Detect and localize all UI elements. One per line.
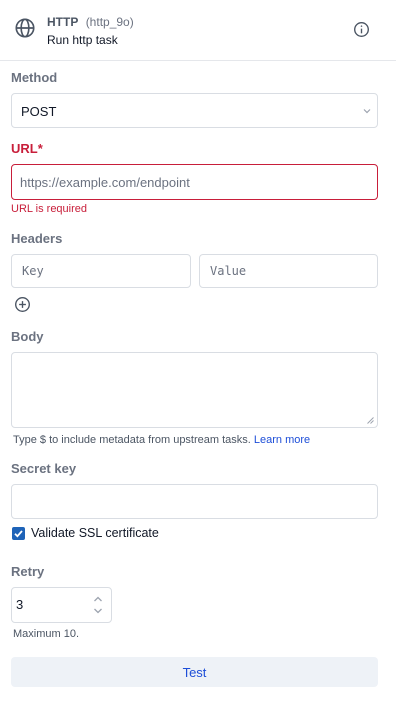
retry-label: Retry	[11, 564, 45, 579]
header-value-input[interactable]	[200, 255, 377, 287]
url-label: URL*	[11, 141, 43, 156]
checkmark-icon	[14, 530, 23, 538]
node-subtitle: Run http task	[47, 33, 118, 47]
url-field[interactable]	[11, 164, 378, 200]
headers-label: Headers	[11, 231, 63, 246]
retry-value[interactable]: 3	[16, 597, 23, 612]
secret-key-input[interactable]	[12, 485, 377, 518]
header-value-field[interactable]	[199, 254, 378, 288]
node-id: (http_9o)	[85, 15, 134, 29]
method-value: POST	[21, 104, 57, 119]
header-key-input[interactable]	[12, 255, 190, 287]
ssl-checkbox[interactable]	[12, 527, 25, 540]
learn-more-link[interactable]: Learn more	[254, 434, 310, 446]
retry-stepper[interactable]	[11, 587, 112, 623]
node-header: HTTP (http_9o) Run http task	[0, 0, 396, 61]
info-icon[interactable]	[353, 21, 370, 38]
method-select[interactable]: POST	[11, 93, 378, 128]
body-label: Body	[11, 329, 44, 344]
url-input[interactable]	[12, 165, 377, 199]
node-title: HTTP (http_9o)	[47, 15, 134, 29]
resize-grip-icon[interactable]	[367, 417, 374, 424]
method-label: Method	[11, 70, 58, 85]
chevron-down-icon	[363, 109, 371, 114]
body-field[interactable]	[11, 352, 378, 428]
body-hint: Type $ to include metadata from upstream…	[13, 434, 310, 446]
increment-icon[interactable]	[91, 594, 105, 604]
secret-key-label: Secret key	[11, 461, 77, 476]
body-textarea[interactable]	[12, 353, 377, 427]
plus-circle-icon[interactable]	[14, 296, 31, 313]
test-button[interactable]: Test	[11, 657, 378, 687]
node-type: HTTP	[47, 15, 79, 29]
decrement-icon[interactable]	[91, 606, 105, 616]
url-error-message: URL is required	[11, 203, 88, 215]
retry-max-note: Maximum 10.	[13, 628, 80, 640]
globe-icon	[15, 18, 35, 38]
header-key-field[interactable]	[11, 254, 191, 288]
body-hint-text: Type $ to include metadata from upstream…	[13, 434, 251, 446]
secret-key-field[interactable]	[11, 484, 378, 519]
ssl-checkbox-label[interactable]: Validate SSL certificate	[31, 526, 159, 540]
